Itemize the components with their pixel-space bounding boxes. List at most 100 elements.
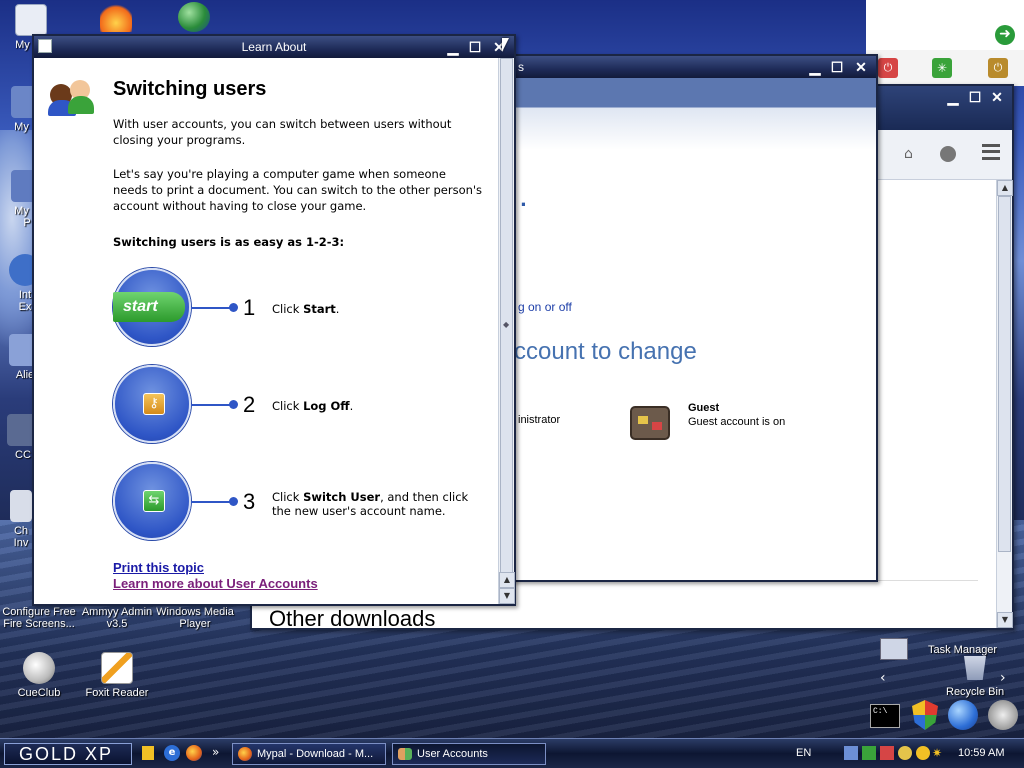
menu-icon-mid (982, 150, 1000, 153)
step-dot (229, 303, 238, 312)
speaker-icon[interactable] (988, 700, 1018, 730)
taskbar-item-mypal[interactable]: Mypal - Download - M... (232, 743, 386, 765)
desktop-icon-label: Foxit Reader (85, 687, 149, 699)
taskbar: GOLD XP e » Mypal - Download - M... User… (0, 738, 1024, 768)
close-button[interactable]: ✕ (988, 88, 1006, 106)
tray-icon-4[interactable] (898, 746, 912, 760)
foxit-icon (101, 652, 133, 684)
scroll-thumb[interactable] (500, 58, 513, 578)
taskbar-item-label: User Accounts (417, 748, 488, 760)
step-number: 3 (243, 489, 256, 514)
maximize-button[interactable]: ☐ (828, 58, 846, 76)
cmd-icon[interactable]: C:\ (870, 704, 900, 728)
scroll-down-arrow[interactable]: ▼ (499, 588, 515, 604)
nav-left-icon[interactable]: ‹ (880, 670, 886, 686)
suitcase-icon (630, 406, 670, 440)
chat-icon[interactable] (940, 146, 956, 162)
desktop-icon-foxit[interactable]: Foxit Reader (78, 652, 156, 699)
tray-icon-6[interactable]: ✷ (932, 746, 946, 760)
desktop-icon-wmp[interactable]: Windows Media Player (156, 606, 234, 630)
desktop-panel-shortcuts: ⏻ ✳ ⏻ (866, 50, 1024, 86)
maximize-button[interactable]: ☐ (966, 88, 984, 106)
mouse-cursor-icon (502, 38, 509, 52)
scroll-thumb[interactable] (998, 196, 1011, 552)
admin-account-label[interactable]: inistrator (518, 414, 560, 426)
sparkle-icon[interactable]: ✳ (932, 58, 952, 78)
firefox-icon (238, 747, 252, 761)
close-button[interactable]: ✕ (852, 58, 870, 76)
desktop-icon-label: Windows Media Player (156, 606, 234, 630)
home-icon[interactable]: ⌂ (904, 146, 920, 162)
documents-icon (15, 4, 47, 36)
recycle-bin-shortcut[interactable]: Recycle Bin (930, 656, 1020, 700)
desktop-icon-configure[interactable]: Configure Free Fire Screens... (0, 606, 78, 630)
step-1-illustration: start (113, 268, 191, 346)
shutdown-icon[interactable]: ⏻ (988, 58, 1008, 78)
clock[interactable]: 10:59 AM (958, 747, 1004, 759)
tray-icon-5[interactable] (916, 746, 930, 760)
minimize-button[interactable]: ▁ (944, 88, 962, 106)
guest-account-name: Guest (688, 402, 720, 414)
step-number: 1 (243, 295, 256, 320)
pick-account-heading: ccount to change (514, 338, 697, 365)
quicklaunch-chevron[interactable]: » (212, 745, 219, 759)
print-topic-link[interactable]: Print this topic (113, 560, 204, 575)
recycle-bin-icon (964, 656, 986, 680)
show-desktop-icon[interactable] (142, 746, 154, 760)
desktop-icon-label: Int Ex (18, 289, 32, 313)
language-indicator[interactable]: EN (796, 747, 811, 759)
help-heading: Switching users (113, 78, 267, 100)
firefox-quicklaunch-icon[interactable] (186, 745, 202, 761)
window-title: s (518, 60, 524, 74)
users-icon (48, 80, 96, 118)
minimize-button[interactable]: ▁ (806, 58, 824, 76)
taskbar-item-user-accounts[interactable]: User Accounts (392, 743, 546, 765)
desktop-icon-ammyy[interactable]: Ammyy Admin v3.5 (78, 606, 156, 630)
task-manager-label: Task Manager (928, 644, 998, 656)
window-title: Learn About (241, 40, 307, 54)
flame-icon[interactable] (100, 2, 132, 32)
switch-user-icon: ⇆ (143, 490, 165, 512)
desktop-panel-top: ➜ (866, 0, 1024, 50)
heading-dot: . (520, 190, 527, 211)
maximize-button[interactable]: ☐ (466, 38, 484, 56)
start-button[interactable]: GOLD XP (4, 743, 132, 765)
forward-arrow-icon[interactable]: ➜ (995, 25, 1015, 45)
step-dot (229, 497, 238, 506)
learn-more-link[interactable]: Learn more about User Accounts (113, 576, 318, 591)
minimize-button[interactable]: ▁ (444, 38, 462, 56)
network-globe-icon[interactable] (948, 700, 978, 730)
desktop-icon-label: CueClub (17, 687, 61, 699)
guest-account-tile[interactable]: Guest Guest account is on (630, 402, 830, 446)
tray-icon-2[interactable] (862, 746, 876, 760)
step-connector (191, 404, 231, 406)
help-titlebar[interactable]: Learn About ▁ ☐ ✕ (34, 36, 514, 58)
tray-icon-3[interactable] (880, 746, 894, 760)
help-scrollbar[interactable]: ◆ ▲ ▼ (498, 58, 515, 604)
log-off-key-icon: ⚷ (143, 393, 165, 415)
step-2-illustration: ⚷ (113, 365, 191, 443)
steps-heading: Switching users is as easy as 1-2-3: (113, 235, 345, 249)
chess-icon (10, 490, 32, 522)
step-3-text: Click Switch User, and then click the ne… (272, 490, 469, 518)
help-content: Switching users With user accounts, you … (34, 58, 515, 604)
scroll-up-arrow[interactable]: ▲ (499, 572, 515, 588)
tray-icon-1[interactable] (844, 746, 858, 760)
desktop-icon-label: Ch Inv (13, 525, 29, 549)
step-connector (191, 501, 231, 503)
scroll-up-arrow[interactable]: ▲ (997, 180, 1013, 196)
browser-scrollbar[interactable]: ▲ ▼ (996, 180, 1013, 628)
step-3-illustration: ⇆ (113, 462, 191, 540)
desktop-icon-label: Ammyy Admin v3.5 (81, 606, 153, 630)
cueball-icon (23, 652, 55, 684)
desktop-icon-cueclub[interactable]: CueClub (0, 652, 78, 699)
globe-icon[interactable] (178, 2, 210, 32)
turn-logon-link[interactable]: g on or off (518, 300, 572, 314)
scroll-down-arrow[interactable]: ▼ (997, 612, 1013, 628)
recycle-bin-label: Recycle Bin (946, 686, 1005, 698)
ie-quicklaunch-icon[interactable]: e (164, 745, 180, 761)
power-icon[interactable]: ⏻ (878, 58, 898, 78)
users-small-icon (398, 748, 412, 760)
help-window[interactable]: Learn About ▁ ☐ ✕ Switching users With u… (32, 34, 516, 606)
help-paragraph-1: With user accounts, you can switch betwe… (113, 117, 452, 147)
